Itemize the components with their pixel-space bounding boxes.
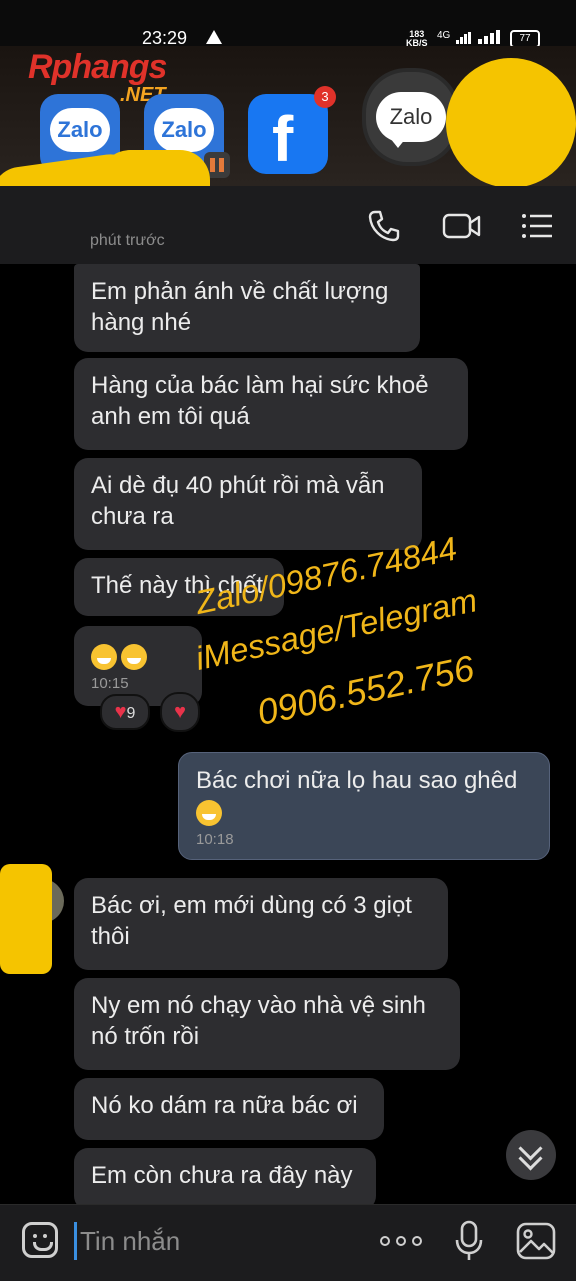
menu-icon[interactable]	[520, 208, 556, 244]
warning-icon	[206, 30, 222, 44]
message-bubble[interactable]: Hàng của bác làm hại sức khoẻ anh em tôi…	[74, 358, 468, 450]
message-time: 10:15	[91, 675, 129, 692]
message-bubble[interactable]: Ny em nó chạy vào nhà vệ sinh nó trốn rồ…	[74, 978, 460, 1070]
heart-icon: ♥	[114, 701, 127, 723]
message-text: Em phản ánh về chất lượng hàng nhé	[91, 278, 389, 336]
text-caret	[74, 1222, 77, 1260]
zalo-icon: Zalo	[50, 108, 110, 152]
last-seen-status: phút trước	[90, 232, 165, 249]
bubble-tail-icon	[390, 138, 406, 148]
video-call-icon[interactable]	[442, 208, 482, 244]
scroll-to-bottom-button[interactable]	[506, 1130, 556, 1180]
message-time: 10:18	[196, 831, 234, 848]
message-text: Bác chơi nữa lọ hau sao ghêd	[196, 767, 518, 794]
reaction-count[interactable]: ♥9	[100, 694, 150, 730]
message-text: Bác ơi, em mới dùng có 3 giọt thôi	[91, 892, 412, 950]
add-reaction-button[interactable]: ♥	[160, 692, 200, 732]
emoji-icon[interactable]	[22, 1222, 58, 1258]
censor-blob	[0, 864, 52, 974]
message-input[interactable]: Tin nhắn	[80, 1226, 180, 1257]
chat-header	[0, 186, 576, 264]
facebook-app-tile[interactable]: f	[248, 94, 328, 175]
message-bubble[interactable]: Nó ko dám ra nữa bác ơi	[74, 1078, 384, 1140]
message-bubble[interactable]: Bác ơi, em mới dùng có 3 giọt thôi	[74, 878, 448, 970]
status-bar: 23:29 183 KB/S 4G 77	[0, 0, 576, 48]
microphone-icon[interactable]	[454, 1220, 484, 1262]
message-bubble[interactable]: Em phản ánh về chất lượng hàng nhé	[74, 264, 420, 352]
zalo-icon: Zalo	[376, 92, 446, 142]
censor-blob	[446, 58, 576, 188]
heart-icon: ♥	[174, 701, 186, 723]
message-bubble[interactable]: Em còn chưa ra đây này	[74, 1148, 376, 1204]
site-logo: Rphangs	[28, 48, 167, 87]
tears-of-joy-emoji-icon	[196, 799, 222, 826]
facebook-icon: f	[272, 103, 294, 175]
more-options-icon[interactable]	[380, 1236, 424, 1248]
signal-icon	[456, 32, 472, 44]
message-text: Hàng của bác làm hại sức khoẻ anh em tôi…	[91, 372, 429, 430]
message-text: Nó ko dám ra nữa bác ơi	[91, 1092, 358, 1119]
message-text: Em còn chưa ra đây này	[91, 1162, 353, 1189]
message-bubble-outgoing[interactable]: Bác chơi nữa lọ hau sao ghêd 10:18	[178, 752, 550, 860]
message-text: Ny em nó chạy vào nhà vệ sinh nó trốn rồ…	[91, 992, 426, 1050]
grinning-emoji-icon	[91, 643, 117, 670]
phone-icon[interactable]	[366, 208, 402, 244]
image-icon[interactable]	[516, 1222, 556, 1260]
watermark-line: 0906.552.756	[253, 647, 478, 733]
sweat-smile-emoji-icon	[121, 643, 147, 670]
message-text: Ai dè đụ 40 phút rồi mà vẫn chưa ra	[91, 472, 385, 530]
reaction-count-text: 9	[126, 705, 136, 722]
signal-strength-icon	[478, 30, 500, 44]
notification-badge: 3	[314, 86, 336, 108]
message-bubble[interactable]: Ai dè đụ 40 phút rồi mà vẫn chưa ra	[74, 458, 422, 550]
message-list[interactable]: Em phản ánh về chất lượng hàng nhé Hàng …	[0, 264, 576, 1204]
network-type: 4G	[437, 30, 451, 41]
zalo-icon: Zalo	[154, 108, 214, 152]
logo-main: Rphangs	[28, 48, 167, 86]
